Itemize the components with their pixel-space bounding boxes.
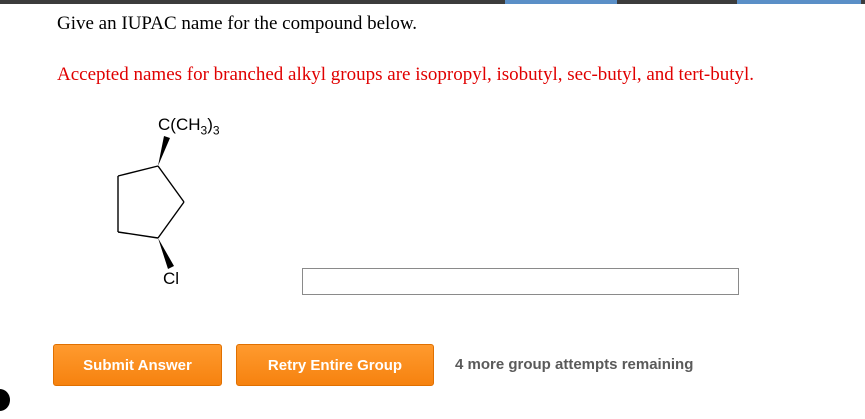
answer-input[interactable] xyxy=(302,268,739,295)
ring-bond xyxy=(157,165,185,203)
ring-bond xyxy=(117,231,159,239)
ring-bond xyxy=(117,165,159,177)
question-prompt: Give an IUPAC name for the compound belo… xyxy=(57,13,418,34)
cyclopentane-ring-drawing xyxy=(117,136,185,269)
retry-entire-group-button[interactable]: Retry Entire Group xyxy=(236,344,434,386)
wedge-bond-bottom xyxy=(158,238,174,269)
top-bar-tab[interactable] xyxy=(737,0,861,4)
attempts-remaining-text: 4 more group attempts remaining xyxy=(455,356,694,373)
molecule-structure: C(CH3)3 Cl xyxy=(100,112,270,302)
tert-butyl-label: C(CH3)3 xyxy=(158,115,220,137)
ring-bond xyxy=(157,201,185,239)
top-bar-tab[interactable] xyxy=(505,0,617,4)
wedge-bond-top xyxy=(158,136,170,166)
question-page: Give an IUPAC name for the compound belo… xyxy=(0,0,865,419)
submit-answer-button[interactable]: Submit Answer xyxy=(53,344,222,386)
side-handle-icon[interactable] xyxy=(0,389,10,411)
chloro-label: Cl xyxy=(163,269,180,288)
branched-alkyl-note: Accepted names for branched alkyl groups… xyxy=(57,64,754,85)
tert-butyl-text: C(CH3)3 xyxy=(158,115,220,138)
top-bar xyxy=(0,0,865,4)
